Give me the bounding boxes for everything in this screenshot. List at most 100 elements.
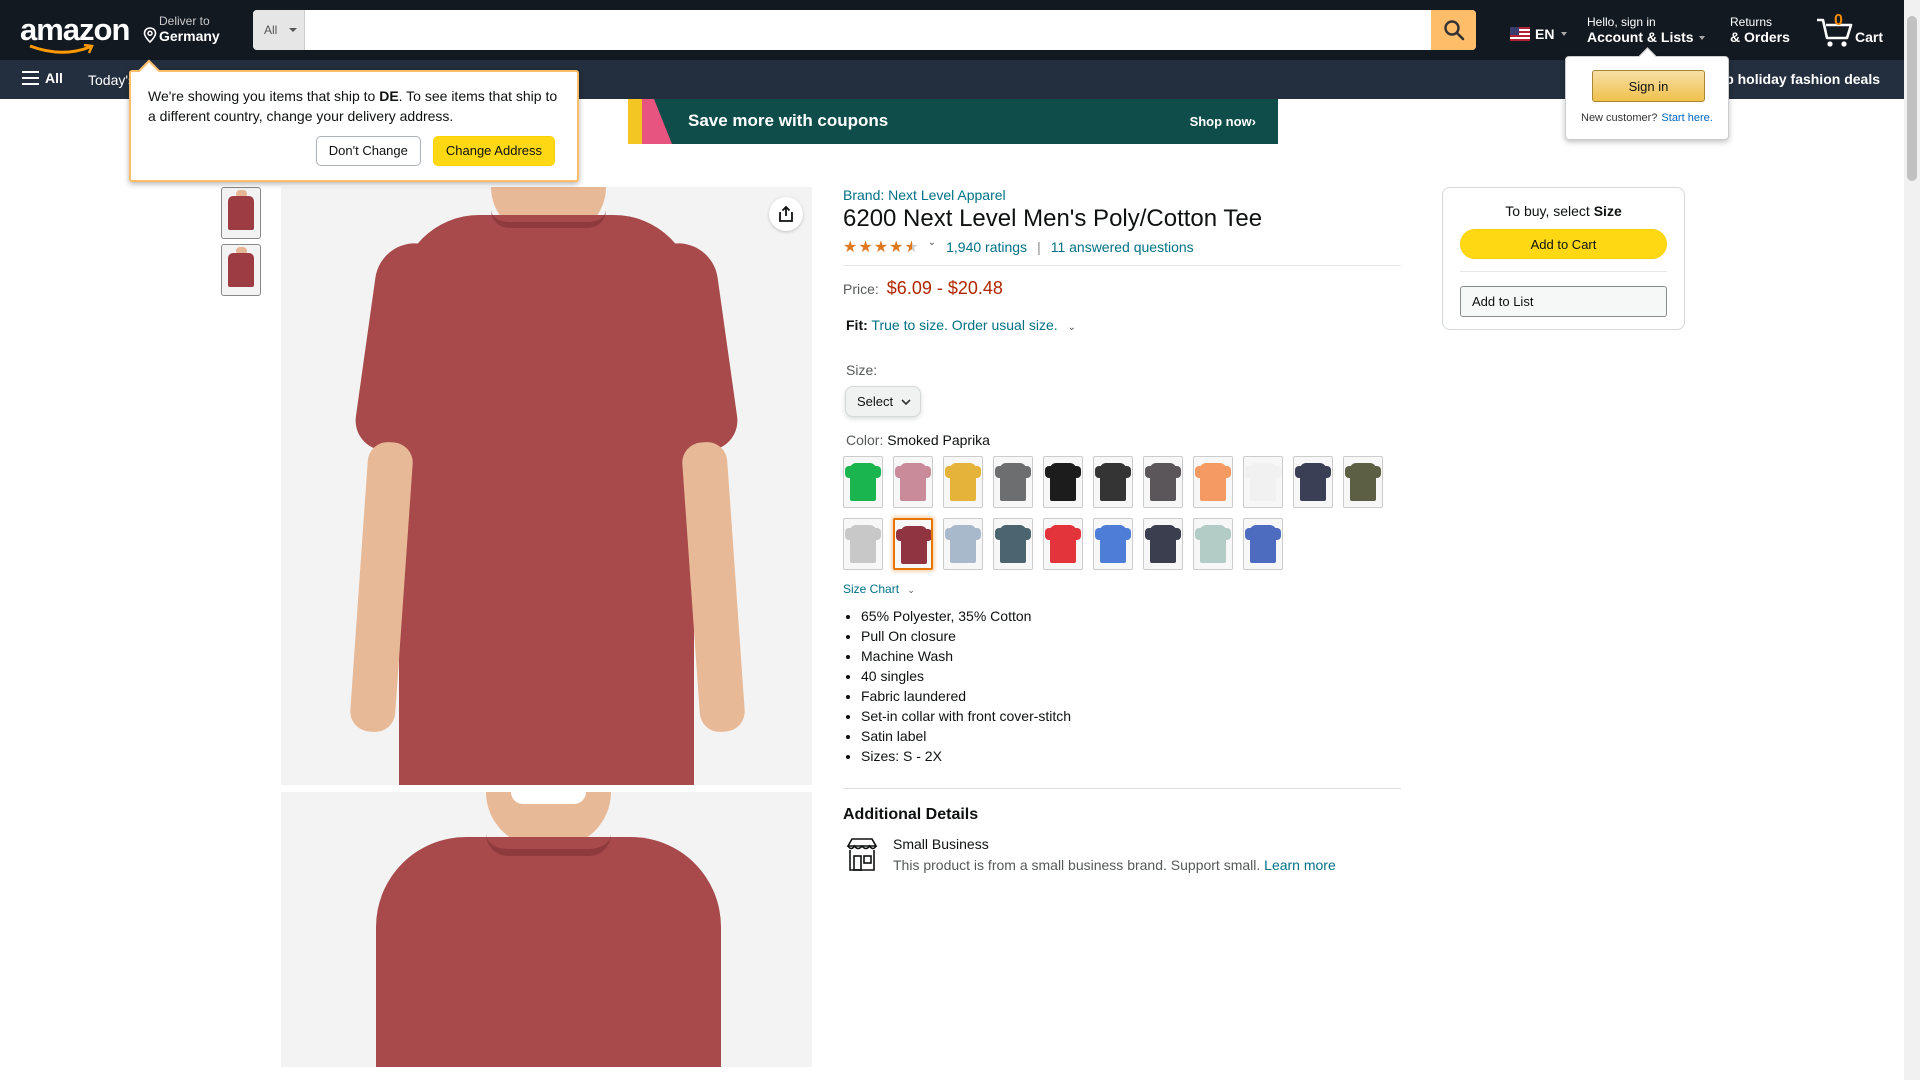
change-address-button[interactable]: Change Address xyxy=(432,136,555,166)
deliver-to[interactable]: Deliver to Germany xyxy=(141,14,220,44)
rating-row: ★ ★ ★ ★ ★ ⌄ 1,940 ratings | 11 answered … xyxy=(843,237,1401,257)
color-swatch[interactable] xyxy=(993,518,1033,570)
ratings-count-link[interactable]: 1,940 ratings xyxy=(946,239,1027,255)
search-bar: All xyxy=(253,10,1476,50)
scrollbar-thumb[interactable] xyxy=(1907,16,1917,181)
returns-label: Returns xyxy=(1730,15,1773,29)
color-swatch[interactable] xyxy=(893,456,933,508)
search-input[interactable] xyxy=(305,10,1425,50)
small-business-text: Small Business This product is from a sm… xyxy=(893,836,1336,874)
chevron-down-icon: ⌄ xyxy=(1067,322,1076,333)
returns-and-orders[interactable]: Returns & Orders xyxy=(1730,15,1790,45)
color-swatches xyxy=(843,456,1401,570)
new-customer-row: New customer? Start here. xyxy=(1581,112,1713,124)
todays-deals-link[interactable]: Today's xyxy=(88,72,135,88)
secondary-product-image[interactable] xyxy=(281,792,812,1067)
color-swatch[interactable] xyxy=(1193,518,1233,570)
fit-value: True to size. Order usual size. xyxy=(871,317,1058,333)
add-to-list-button[interactable]: Add to List xyxy=(1460,286,1667,317)
feature-bullet: Pull On closure xyxy=(861,626,1401,646)
swatch-tshirt xyxy=(1295,463,1331,501)
swatch-tshirt xyxy=(896,526,931,564)
all-menu-button[interactable]: All xyxy=(22,70,63,86)
swatch-tshirt xyxy=(945,525,981,563)
fit-row[interactable]: Fit: True to size. Order usual size. ⌄ xyxy=(843,317,1401,333)
feature-bullet: Fabric laundered xyxy=(861,686,1401,706)
color-swatch[interactable] xyxy=(1093,456,1133,508)
color-swatch[interactable] xyxy=(843,456,883,508)
buy-box-heading: To buy, select Size xyxy=(1443,203,1684,219)
search-button[interactable] xyxy=(1431,10,1476,50)
size-dropdown[interactable]: Select xyxy=(845,386,921,417)
star-full-icon: ★ xyxy=(843,239,858,256)
language-selector[interactable]: EN xyxy=(1510,26,1568,42)
search-category-dropdown[interactable]: All xyxy=(253,10,305,50)
color-swatch[interactable] xyxy=(943,456,983,508)
star-rating[interactable]: ★ ★ ★ ★ ★ ⌄ xyxy=(843,237,936,257)
location-pin-icon xyxy=(143,27,157,43)
caret-down-icon xyxy=(1561,32,1568,36)
swatch-tshirt xyxy=(1195,525,1231,563)
start-here-link[interactable]: Start here. xyxy=(1661,112,1712,124)
us-flag-icon xyxy=(1510,27,1530,41)
color-swatch[interactable] xyxy=(1243,518,1283,570)
color-swatch[interactable] xyxy=(1093,518,1133,570)
image-thumbnail[interactable] xyxy=(221,244,261,296)
color-swatch[interactable] xyxy=(1193,456,1233,508)
color-swatch[interactable] xyxy=(1043,456,1083,508)
buy-box: To buy, select Size Add to Cart Add to L… xyxy=(1442,187,1685,330)
image-thumbnail[interactable] xyxy=(221,187,261,239)
feature-bullet: Sizes: S - 2X xyxy=(861,746,1401,766)
product-title: 6200 Next Level Men's Poly/Cotton Tee xyxy=(843,205,1263,232)
swatch-tshirt xyxy=(895,463,931,501)
chevron-down-icon: ⌄ xyxy=(907,585,915,595)
banner-text: Save more with coupons xyxy=(688,111,889,130)
feature-bullets: 65% Polyester, 35% CottonPull On closure… xyxy=(843,606,1401,766)
swatch-tshirt xyxy=(1095,463,1131,501)
page-scrollbar[interactable] xyxy=(1904,0,1920,1080)
amazon-logo[interactable]: amazon xyxy=(20,12,130,54)
size-label: Size: xyxy=(846,362,878,378)
color-swatch[interactable] xyxy=(893,518,933,570)
separator: | xyxy=(1037,239,1041,255)
learn-more-link[interactable]: Learn more xyxy=(1264,857,1336,873)
size-chart-link[interactable]: Size Chart ⌄ xyxy=(843,582,1401,596)
small-business-title: Small Business xyxy=(893,836,989,852)
dont-change-button[interactable]: Don't Change xyxy=(315,136,421,166)
swatch-tshirt xyxy=(1145,463,1181,501)
language-label: EN xyxy=(1535,26,1555,42)
small-business-desc-text: This product is from a small business br… xyxy=(893,857,1261,873)
main-product-image[interactable] xyxy=(281,187,812,785)
cart-button[interactable]: 0 Cart xyxy=(1813,10,1898,50)
holiday-deals-link[interactable]: p holiday fashion deals xyxy=(1725,71,1880,87)
add-to-cart-button[interactable]: Add to Cart xyxy=(1460,229,1667,259)
color-swatch[interactable] xyxy=(943,518,983,570)
top-navbar: amazon Deliver to Germany All EN Hello, … xyxy=(0,0,1904,60)
color-swatch[interactable] xyxy=(1293,456,1333,508)
price-value: $6.09 - $20.48 xyxy=(886,278,1003,298)
swatch-tshirt xyxy=(1245,463,1281,501)
signin-button[interactable]: Sign in xyxy=(1592,70,1705,102)
star-full-icon: ★ xyxy=(858,239,873,256)
size-dropdown-value: Select xyxy=(857,394,894,409)
cart-count: 0 xyxy=(1834,12,1843,29)
color-swatch[interactable] xyxy=(843,518,883,570)
swatch-tshirt xyxy=(1245,525,1281,563)
share-icon xyxy=(779,205,793,222)
color-swatch[interactable] xyxy=(1143,518,1183,570)
color-swatch[interactable] xyxy=(1343,456,1383,508)
share-button[interactable] xyxy=(769,197,803,231)
account-and-lists[interactable]: Hello, sign in Account & Lists xyxy=(1587,15,1706,45)
banner-shop-now[interactable]: Shop now› xyxy=(1190,114,1256,129)
color-swatch[interactable] xyxy=(993,456,1033,508)
color-label-value: Smoked Paprika xyxy=(887,432,990,448)
thumbnail-figure xyxy=(228,253,254,287)
small-business-badge: Small Business This product is from a sm… xyxy=(843,836,1401,874)
brand-link[interactable]: Brand: Next Level Apparel xyxy=(843,187,1401,203)
deliver-label: Deliver to xyxy=(159,14,210,28)
answered-questions-link[interactable]: 11 answered questions xyxy=(1051,239,1194,255)
coupons-banner[interactable]: Save more with coupons Shop now› xyxy=(628,99,1278,144)
color-swatch[interactable] xyxy=(1043,518,1083,570)
color-swatch[interactable] xyxy=(1243,456,1283,508)
color-swatch[interactable] xyxy=(1143,456,1183,508)
